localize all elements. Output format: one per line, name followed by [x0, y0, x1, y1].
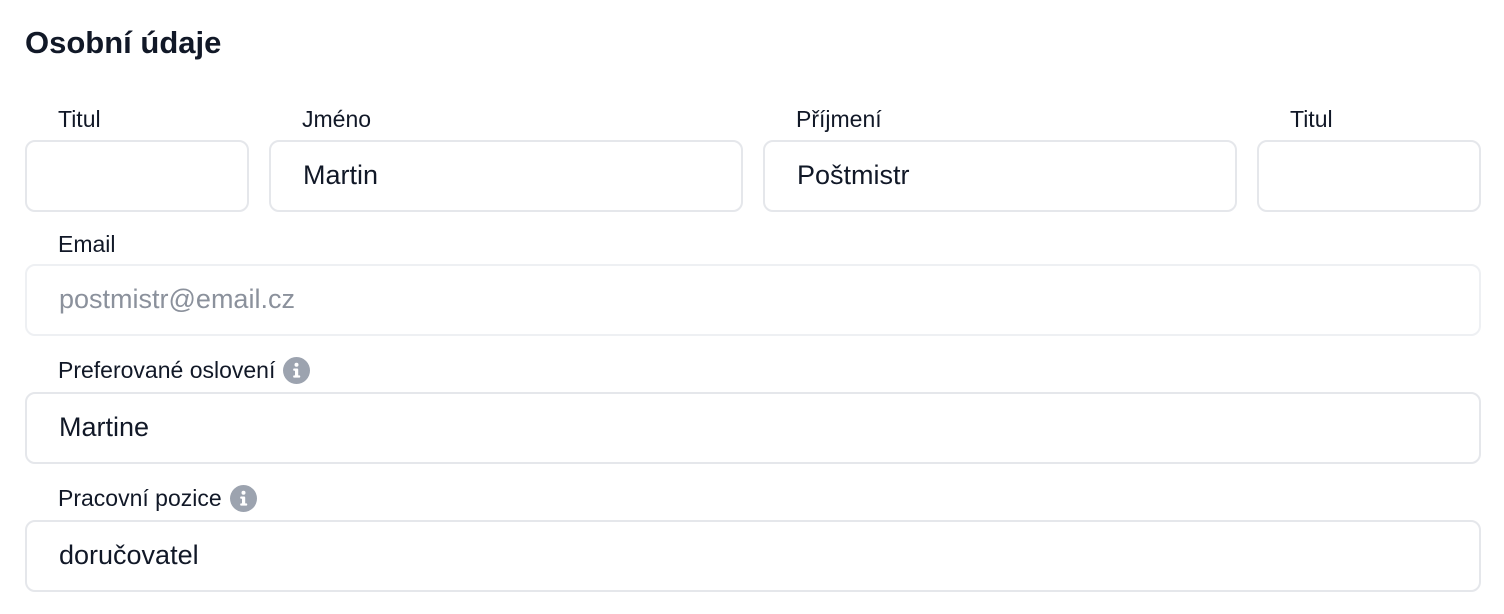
info-icon[interactable]	[283, 356, 311, 384]
job-position-label: Pracovní pozice	[58, 485, 222, 511]
first-name-label: Jméno	[302, 106, 372, 132]
section-title: Osobní údaje	[25, 25, 222, 60]
job-position-input[interactable]: doručovatel	[25, 520, 1481, 592]
preferred-salutation-label-row: Preferované oslovení	[58, 355, 311, 385]
title-before-label: Titul	[58, 106, 101, 132]
job-position-label-row: Pracovní pozice	[58, 483, 257, 513]
email-field: postmistr@email.cz	[25, 264, 1481, 336]
email-label: Email	[58, 231, 116, 257]
title-before-input[interactable]	[25, 140, 249, 212]
last-name-input[interactable]: Poštmistr	[763, 140, 1237, 212]
title-after-label: Titul	[1290, 106, 1333, 132]
title-after-input[interactable]	[1257, 140, 1481, 212]
info-icon[interactable]	[229, 484, 257, 512]
preferred-salutation-label: Preferované oslovení	[58, 357, 276, 383]
last-name-label: Příjmení	[796, 106, 882, 132]
first-name-input[interactable]: Martin	[269, 140, 743, 212]
preferred-salutation-input[interactable]: Martine	[25, 392, 1481, 464]
